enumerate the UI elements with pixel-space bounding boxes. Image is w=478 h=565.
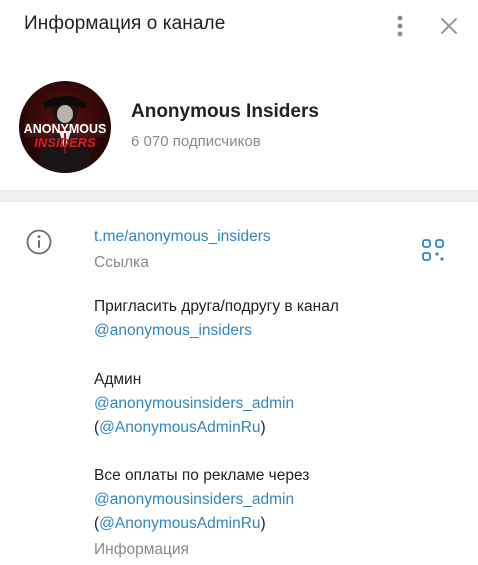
admin-alt-line: (@AnonymousAdminRu) bbox=[94, 416, 339, 440]
channel-name: Anonymous Insiders bbox=[131, 101, 319, 122]
channel-avatar[interactable]: ANONYMOUS INSIDERS bbox=[19, 81, 111, 173]
admin-alt-close-paren: ) bbox=[260, 419, 266, 436]
close-button[interactable] bbox=[433, 10, 465, 42]
subscriber-count: 6 070 подписчиков bbox=[131, 133, 261, 150]
admin-handle-link[interactable]: @anonymousinsiders_admin bbox=[94, 392, 339, 416]
ads-alt-close-paren: ) bbox=[260, 515, 266, 532]
avatar-logo-line2: INSIDERS bbox=[34, 135, 96, 150]
link-caption: Ссылка bbox=[94, 254, 149, 271]
ads-text: Все оплаты по рекламе через bbox=[94, 467, 310, 484]
invite-text: Пригласить друга/подругу в канал bbox=[94, 298, 339, 315]
close-icon bbox=[441, 18, 457, 34]
qr-code-icon bbox=[422, 239, 444, 261]
panel-title: Информация о канале bbox=[24, 13, 226, 34]
channel-link-block: t.me/anonymous_insiders Ссылка bbox=[94, 225, 271, 275]
admin-label: Админ bbox=[94, 371, 142, 388]
ads-alt-line: (@AnonymousAdminRu) bbox=[94, 512, 339, 536]
avatar-image: ANONYMOUS INSIDERS bbox=[24, 96, 107, 173]
panel-header: Информация о канале bbox=[0, 0, 478, 52]
more-options-button[interactable] bbox=[384, 10, 416, 42]
ads-handle-link[interactable]: @anonymousinsiders_admin bbox=[94, 488, 339, 512]
admin-alt-handle-link[interactable]: @AnonymousAdminRu bbox=[99, 419, 260, 436]
qr-code-button[interactable] bbox=[419, 236, 447, 264]
description-caption: Информация bbox=[94, 541, 189, 558]
ads-alt-handle-link[interactable]: @AnonymousAdminRu bbox=[99, 515, 260, 532]
channel-link[interactable]: t.me/anonymous_insiders bbox=[94, 225, 271, 249]
channel-profile: ANONYMOUS INSIDERS Anonymous Insiders 6 … bbox=[0, 52, 478, 190]
section-divider bbox=[0, 190, 478, 202]
invite-handle-link[interactable]: @anonymous_insiders bbox=[94, 319, 339, 343]
kebab-menu-icon bbox=[397, 15, 403, 37]
avatar-logo-line1: ANONYMOUS bbox=[24, 122, 107, 136]
channel-description: Пригласить друга/подругу в канал @anonym… bbox=[94, 295, 339, 562]
info-icon bbox=[26, 229, 52, 255]
